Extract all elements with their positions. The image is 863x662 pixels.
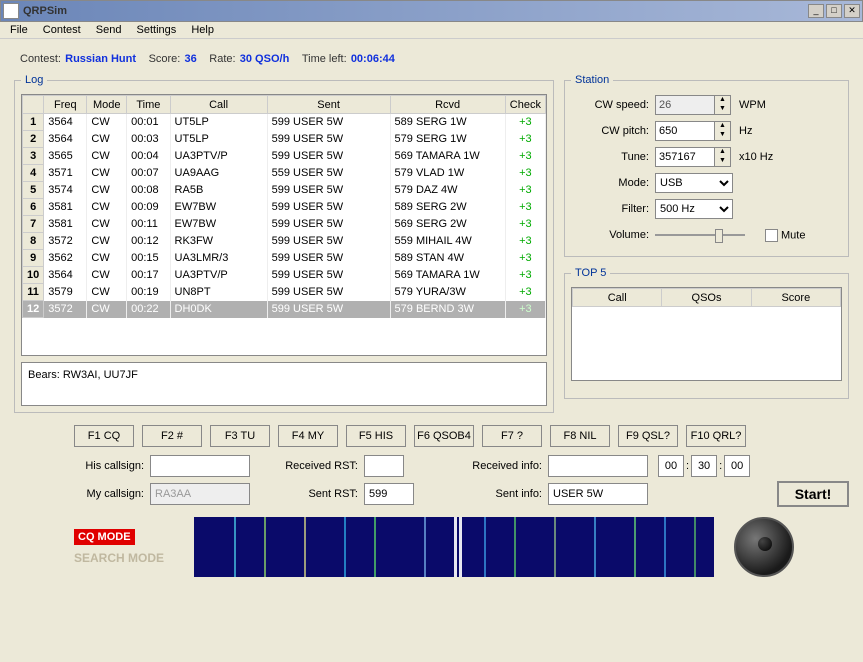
up-icon[interactable]: ▲: [715, 96, 730, 105]
table-row[interactable]: 33565CW00:04UA3PTV/P599 USER 5W569 TAMAR…: [23, 148, 546, 165]
log-group: Log FreqModeTimeCallSentRcvdCheck 13564C…: [14, 74, 554, 413]
fkey-button[interactable]: F7 ?: [482, 425, 542, 447]
table-row[interactable]: 83572CW00:12RK3FW599 USER 5W559 MIHAIL 4…: [23, 233, 546, 250]
contest-name: Russian Hunt: [65, 53, 136, 65]
time-left: 00:06:44: [351, 53, 395, 65]
station-group: Station CW speed: ▲▼ WPM CW pitch: ▲▼ Hz…: [564, 74, 849, 257]
fkey-button[interactable]: F6 QSOB4: [414, 425, 474, 447]
fkey-button[interactable]: F3 TU: [210, 425, 270, 447]
volume-slider[interactable]: [655, 225, 745, 245]
start-button[interactable]: Start!: [777, 481, 849, 507]
menu-bar: File Contest Send Settings Help: [0, 22, 863, 39]
fkey-button[interactable]: F8 NIL: [550, 425, 610, 447]
mute-checkbox[interactable]: [765, 229, 778, 242]
fkey-button[interactable]: F5 HIS: [346, 425, 406, 447]
table-row[interactable]: 53574CW00:08RA5B599 USER 5W579 DAZ 4W+3: [23, 182, 546, 199]
table-row[interactable]: 103564CW00:17UA3PTV/P599 USER 5W569 TAMA…: [23, 267, 546, 284]
function-keys: F1 CQ F2 # F3 TU F4 MY F5 HIS F6 QSOB4 F7 ? F8 …: [74, 425, 849, 447]
log-header[interactable]: Check: [505, 96, 545, 114]
minimize-button[interactable]: _: [808, 4, 824, 18]
table-row[interactable]: 23564CW00:03UT5LP599 USER 5W579 SERG 1W+…: [23, 131, 546, 148]
up-icon[interactable]: ▲: [715, 148, 730, 157]
up-icon[interactable]: ▲: [715, 122, 730, 131]
cw-pitch-input[interactable]: [655, 121, 715, 141]
sent-rst-input[interactable]: [364, 483, 414, 505]
cq-mode-indicator[interactable]: CQ MODE: [74, 529, 135, 545]
table-row[interactable]: 13564CW00:01UT5LP599 USER 5W589 SERG 1W+…: [23, 114, 546, 131]
mode-select[interactable]: USB: [655, 173, 733, 193]
down-icon[interactable]: ▼: [715, 105, 730, 114]
app-icon: [3, 3, 19, 19]
menu-contest[interactable]: Contest: [43, 24, 81, 36]
log-header[interactable]: [23, 96, 44, 114]
maximize-button[interactable]: □: [826, 4, 842, 18]
top5-table: Call QSOs Score: [572, 288, 841, 307]
time-ss-input[interactable]: [724, 455, 750, 477]
table-row[interactable]: 123572CW00:22DH0DK599 USER 5W579 BERND 3…: [23, 301, 546, 318]
top5-group: TOP 5 Call QSOs Score: [564, 267, 849, 399]
fkey-button[interactable]: F9 QSL?: [618, 425, 678, 447]
log-header[interactable]: Rcvd: [390, 96, 505, 114]
fkey-button[interactable]: F10 QRL?: [686, 425, 746, 447]
table-row[interactable]: 43571CW00:07UA9AAG559 USER 5W579 VLAD 1W…: [23, 165, 546, 182]
log-header[interactable]: Call: [170, 96, 267, 114]
title-bar: QRPSim _ □ ✕: [0, 0, 863, 22]
filter-select[interactable]: 500 Hz: [655, 199, 733, 219]
table-row[interactable]: 93562CW00:15UA3LMR/3599 USER 5W589 STAN …: [23, 250, 546, 267]
fkey-button[interactable]: F1 CQ: [74, 425, 134, 447]
log-table[interactable]: FreqModeTimeCallSentRcvdCheck 13564CW00:…: [22, 95, 546, 318]
log-header[interactable]: Freq: [44, 96, 87, 114]
log-header[interactable]: Sent: [267, 96, 390, 114]
close-button[interactable]: ✕: [844, 4, 860, 18]
sent-info-input[interactable]: [548, 483, 648, 505]
table-row[interactable]: 73581CW00:11EW7BW599 USER 5W569 SERG 2W+…: [23, 216, 546, 233]
table-row[interactable]: 113579CW00:19UN8PT599 USER 5W579 YURA/3W…: [23, 284, 546, 301]
menu-file[interactable]: File: [10, 24, 28, 36]
down-icon[interactable]: ▼: [715, 157, 730, 166]
his-callsign-input[interactable]: [150, 455, 250, 477]
log-header[interactable]: Time: [127, 96, 170, 114]
score-line: Contest: Russian Hunt Score: 36 Rate: 30…: [14, 45, 849, 74]
search-mode-indicator[interactable]: SEARCH MODE: [74, 551, 184, 565]
tune-input[interactable]: [655, 147, 715, 167]
time-hh-input[interactable]: [658, 455, 684, 477]
waterfall-display[interactable]: [194, 517, 714, 577]
fkey-button[interactable]: F2 #: [142, 425, 202, 447]
menu-send[interactable]: Send: [96, 24, 122, 36]
fkey-button[interactable]: F4 MY: [278, 425, 338, 447]
time-mm-input[interactable]: [691, 455, 717, 477]
cw-speed-input: [655, 95, 715, 115]
log-header[interactable]: Mode: [87, 96, 127, 114]
tuning-knob[interactable]: [734, 517, 794, 577]
down-icon[interactable]: ▼: [715, 131, 730, 140]
received-info-input[interactable]: [548, 455, 648, 477]
window-title: QRPSim: [23, 5, 808, 17]
table-row[interactable]: 63581CW00:09EW7BW599 USER 5W589 SERG 2W+…: [23, 199, 546, 216]
bears-box: Bears: RW3AI, UU7JF: [21, 362, 547, 406]
rate-value: 30 QSO/h: [240, 53, 290, 65]
my-callsign-input: [150, 483, 250, 505]
score-value: 36: [185, 53, 197, 65]
menu-settings[interactable]: Settings: [137, 24, 177, 36]
menu-help[interactable]: Help: [191, 24, 214, 36]
log-legend: Log: [21, 74, 47, 86]
received-rst-input[interactable]: [364, 455, 404, 477]
